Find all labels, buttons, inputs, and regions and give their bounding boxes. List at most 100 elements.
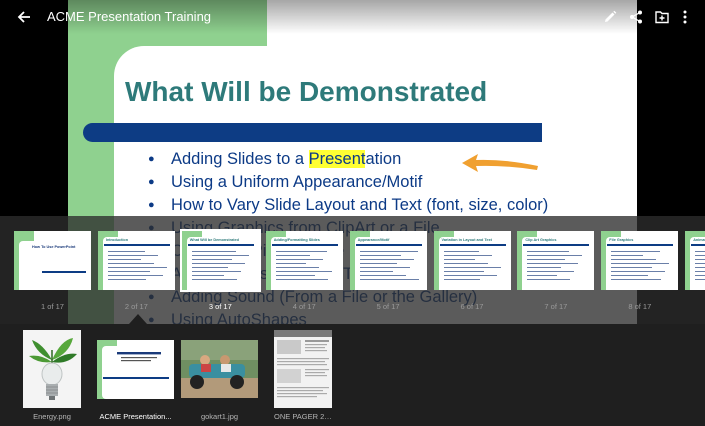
- file-name: ACME Presentation...: [99, 412, 172, 421]
- share-button[interactable]: [624, 5, 648, 29]
- thumb-text-line: [359, 263, 397, 265]
- presentation-thumbnail: [97, 339, 174, 399]
- thumb-text-line: [275, 279, 328, 281]
- thumb-text-line: [527, 255, 583, 257]
- thumb-text-line: [527, 275, 558, 277]
- thumb-text-line: [275, 271, 332, 273]
- thumb-text-line: [527, 251, 570, 253]
- slide-thumbnail[interactable]: Clip Art Graphics: [517, 231, 595, 290]
- slide-thumbnail[interactable]: Animation: [685, 231, 705, 290]
- thumb-title: Adding/Formatting Slides: [273, 238, 320, 242]
- file-strip[interactable]: Energy.png ACME Presentation... gokart1.…: [0, 324, 705, 426]
- thumb-text-line: [359, 267, 410, 269]
- bullet-text: How to Vary Slide Layout and Text (font,…: [171, 196, 549, 214]
- thumb-text-line: [611, 263, 670, 265]
- thumb-text-line: [107, 271, 150, 273]
- pencil-icon: [605, 10, 617, 22]
- file-item-acme-presentation[interactable]: ACME Presentation...: [97, 330, 174, 421]
- file-thumbnail: [97, 330, 174, 408]
- file-name: gokart1.jpg: [200, 412, 239, 421]
- arrow-back-icon: [17, 11, 30, 23]
- bullet-text: Adding Slides to a: [171, 150, 309, 168]
- thumb-text-line: [527, 267, 562, 269]
- slide-thumbnail[interactable]: Introduction: [97, 231, 175, 290]
- thumb-title: File Graphics: [609, 238, 634, 242]
- go-kart-photo: [181, 340, 258, 398]
- save-to-folder-button[interactable]: [650, 5, 674, 29]
- thumb-text-line: [611, 267, 653, 269]
- slide-thumbnail[interactable]: What Will be Demonstrated: [179, 229, 261, 292]
- thumb-text-line: [527, 259, 566, 261]
- thumb-text-line: [611, 279, 662, 281]
- thumb-title: Introduction: [105, 238, 129, 242]
- thumb-text-line: [107, 267, 167, 269]
- thumb-text-line: [107, 275, 163, 277]
- thumb-text-line: [611, 255, 644, 257]
- slide-thumbnail[interactable]: How To Use PowerPoint: [14, 231, 91, 290]
- highlight-arrow-icon: [462, 154, 538, 172]
- thumb-text-line: [191, 259, 232, 261]
- bullet-text-end: ation: [365, 150, 402, 168]
- viewer-root: What Will be Demonstrated Adding Slides …: [0, 0, 705, 426]
- thumb-text-line: [611, 251, 661, 253]
- more-options-button[interactable]: [673, 5, 697, 29]
- back-button[interactable]: [12, 5, 36, 29]
- slide-thumbnail[interactable]: Variation in Layout and Text: [433, 231, 511, 290]
- slide-title-bar: [83, 123, 542, 142]
- slide-number: 6 of 17: [460, 302, 484, 311]
- slide-bullet: How to Vary Slide Layout and Text (font,…: [148, 194, 548, 217]
- thumb-title: Animation: [693, 238, 705, 242]
- file-name: Energy.png: [33, 412, 71, 421]
- thumb-title: Clip Art Graphics: [525, 238, 557, 242]
- thumb-text-line: [275, 251, 327, 253]
- file-item-energy[interactable]: Energy.png: [23, 330, 100, 421]
- thumb-text-line: [191, 271, 241, 273]
- thumb-bar: [691, 244, 705, 246]
- thumb-text-line: [443, 263, 488, 265]
- thumb-text-line: [443, 267, 501, 269]
- thumb-text-line: [695, 251, 705, 253]
- slide-number: 7 of 17: [544, 302, 568, 311]
- more-vert-icon: [683, 10, 687, 24]
- thumb-text-line: [695, 263, 705, 265]
- file-item-gokart[interactable]: gokart1.jpg: [181, 330, 258, 421]
- edit-button[interactable]: [598, 5, 622, 29]
- slide-thumbnail[interactable]: File Graphics: [601, 231, 679, 290]
- thumb-text-line: [107, 251, 145, 253]
- slide-number: 3 of 17: [208, 302, 232, 311]
- thumb-text-line: [443, 279, 480, 281]
- bullet-text: Using a Uniform Appearance/Motif: [171, 173, 423, 191]
- thumb-bar: [103, 244, 170, 246]
- slide-number: 1 of 17: [41, 302, 64, 311]
- thumb-text-line: [443, 251, 479, 253]
- file-item-one-pager[interactable]: ONE PAGER 2.pdf: [274, 330, 332, 421]
- thumb-text-line: [107, 263, 154, 265]
- thumb-text-line: [107, 259, 141, 261]
- thumb-title: Variation in Layout and Text: [441, 238, 492, 242]
- thumb-text-line: [611, 275, 649, 277]
- thumb-title: Appearance/Motif: [357, 238, 390, 242]
- thumb-title: How To Use PowerPoint: [32, 245, 76, 249]
- thumb-text-line: [191, 275, 224, 277]
- thumb-text-line: [359, 271, 393, 273]
- thumb-text-line: [191, 267, 228, 269]
- thumb-text-line: [695, 255, 705, 257]
- thumb-text-line: [695, 259, 705, 261]
- slide-thumbnail[interactable]: Appearance/Motif: [349, 231, 427, 290]
- slide-thumbnail[interactable]: Adding/Formatting Slides: [265, 231, 343, 290]
- thumb-text-line: [107, 279, 146, 281]
- slide-title: What Will be Demonstrated: [125, 76, 488, 107]
- file-thumbnail: [23, 330, 81, 408]
- slide-number: 2 of 17: [124, 302, 148, 311]
- thumb-text-line: [359, 251, 418, 253]
- thumb-text-line: [275, 275, 315, 277]
- thumb-bar: [355, 244, 422, 246]
- thumb-text-line: [275, 263, 306, 265]
- thumb-text-line: [695, 271, 705, 273]
- slide-thumbnail-strip[interactable]: How To Use PowerPoint 1 of 17 Introduction…: [0, 216, 705, 324]
- thumb-bar: [187, 244, 254, 246]
- thumb-text-line: [443, 275, 497, 277]
- thumb-text-line: [191, 263, 245, 265]
- thumb-bar: [439, 244, 506, 246]
- thumb-text-line: [275, 267, 319, 269]
